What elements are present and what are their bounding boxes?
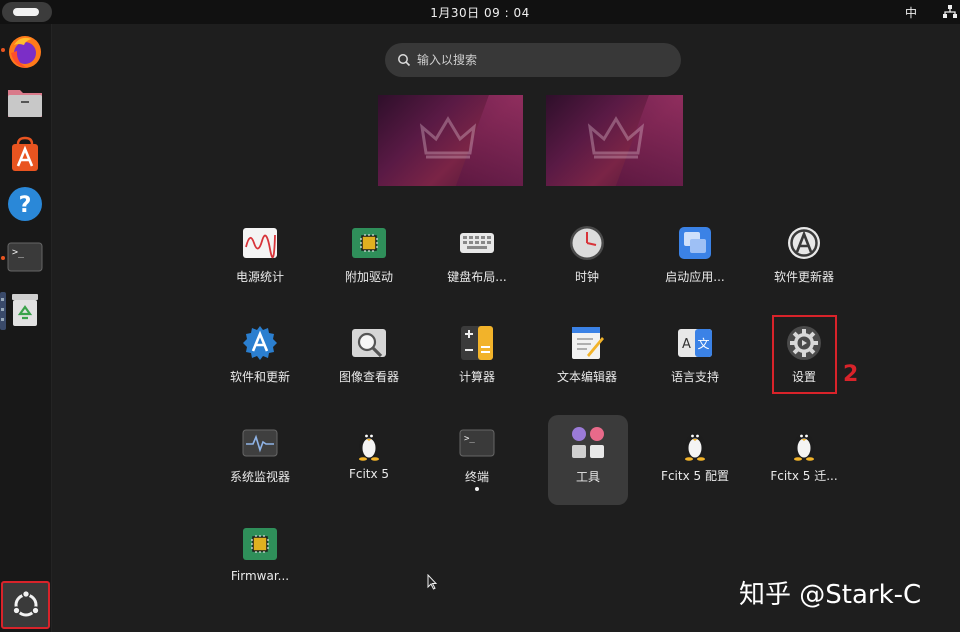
app-additional-drivers[interactable]: 附加驱动 xyxy=(315,215,423,305)
app-label: Fcitx 5 迁... xyxy=(770,469,838,483)
app-label: 计算器 xyxy=(458,370,495,384)
app-overview: 电源统计 附加驱动 键盘布局... 时钟 启动应用... xyxy=(52,24,960,632)
watermark-text: 知乎 @Stark-C xyxy=(739,580,922,610)
language-support-icon: A 文 xyxy=(678,329,712,357)
svg-text:A: A xyxy=(682,337,691,352)
settings-highlight-box xyxy=(772,315,837,394)
app-label: Fcitx 5 xyxy=(348,467,390,481)
app-software-and-updates[interactable]: 软件和更新 xyxy=(206,315,314,405)
chip-icon xyxy=(352,228,386,258)
penguin-icon xyxy=(685,433,705,461)
app-label: Firmwar... xyxy=(230,569,290,583)
crown-wallpaper-icon xyxy=(419,116,477,159)
power-statistics-icon xyxy=(243,228,277,259)
svg-text:文: 文 xyxy=(697,336,709,351)
svg-text:>_: >_ xyxy=(464,434,475,444)
app-center-icon[interactable] xyxy=(6,135,44,173)
tools-folder-icon xyxy=(572,427,604,458)
app-label: 键盘布局... xyxy=(447,270,507,284)
search-bar[interactable] xyxy=(385,43,681,77)
running-indicator xyxy=(1,48,5,52)
input-method-indicator[interactable]: 中 xyxy=(905,4,917,21)
app-folder-tools[interactable]: 工具 xyxy=(548,415,628,505)
app-language-support[interactable]: A 文 语言支持 xyxy=(641,315,749,405)
system-monitor-icon xyxy=(242,429,278,457)
app-image-viewer[interactable]: 图像查看器 xyxy=(315,315,423,405)
app-label: 软件更新器 xyxy=(773,270,834,284)
workspace-thumbnail-1[interactable] xyxy=(378,95,523,186)
trash-icon[interactable] xyxy=(6,290,44,328)
clock-icon xyxy=(570,226,604,260)
crown-wallpaper-icon xyxy=(587,116,645,159)
dock: ? >_ xyxy=(0,24,52,632)
terminal-icon[interactable]: >_ xyxy=(6,238,44,276)
app-label: 附加驱动 xyxy=(344,270,393,284)
app-fcitx5[interactable]: Fcitx 5 xyxy=(315,415,423,505)
help-icon[interactable]: ? xyxy=(6,185,44,223)
app-label: 语言支持 xyxy=(670,370,719,384)
app-system-monitor[interactable]: 系统监视器 xyxy=(206,415,314,505)
svg-text:?: ? xyxy=(19,193,32,218)
app-label: 工具 xyxy=(575,470,600,484)
app-software-updater[interactable]: 软件更新器 xyxy=(750,215,858,305)
app-calculator[interactable]: 计算器 xyxy=(423,315,531,405)
mouse-pointer-icon xyxy=(427,574,437,590)
text-editor-icon xyxy=(572,327,604,359)
app-terminal[interactable]: >_ 终端 xyxy=(423,415,531,505)
startup-applications-icon xyxy=(679,227,711,259)
running-indicator xyxy=(1,256,5,260)
image-viewer-icon xyxy=(352,329,386,358)
running-indicator xyxy=(475,487,479,491)
app-fcitx5-migrator[interactable]: Fcitx 5 迁... xyxy=(750,415,858,505)
show-apps-button[interactable] xyxy=(1,581,50,629)
app-label: 启动应用... xyxy=(665,270,725,284)
svg-text:>_: >_ xyxy=(12,247,25,258)
app-label: 系统监视器 xyxy=(229,470,290,484)
keyboard-icon xyxy=(460,233,494,253)
app-label: Fcitx 5 配置 xyxy=(661,469,729,483)
app-fcitx5-config[interactable]: Fcitx 5 配置 xyxy=(641,415,749,505)
penguin-icon xyxy=(359,433,379,461)
app-label: 终端 xyxy=(464,470,489,484)
app-label: 软件和更新 xyxy=(229,370,290,384)
clock-datetime[interactable]: 1月30日 09 : 04 xyxy=(0,4,960,21)
software-updates-icon xyxy=(243,326,277,360)
network-icon[interactable] xyxy=(943,5,957,19)
app-label: 文本编辑器 xyxy=(556,370,617,384)
calculator-icon xyxy=(461,326,493,360)
app-firmware-updater[interactable]: Firmwar... xyxy=(206,516,314,606)
app-label: 电源统计 xyxy=(235,270,284,284)
software-updater-icon xyxy=(788,227,820,259)
app-keyboard-layout[interactable]: 键盘布局... xyxy=(423,215,531,305)
app-label: 时钟 xyxy=(574,270,599,284)
top-bar: 1月30日 09 : 04 中 xyxy=(0,0,960,24)
firefox-icon[interactable] xyxy=(6,33,44,71)
ubuntu-logo-icon xyxy=(12,589,40,617)
terminal-icon: >_ xyxy=(459,429,495,457)
chip-icon xyxy=(243,528,277,560)
app-label: 图像查看器 xyxy=(338,370,399,384)
app-power-statistics[interactable]: 电源统计 xyxy=(206,215,314,305)
workspace-thumbnail-2[interactable] xyxy=(546,95,683,186)
app-startup-applications[interactable]: 启动应用... xyxy=(641,215,749,305)
app-clock[interactable]: 时钟 xyxy=(533,215,641,305)
files-icon[interactable] xyxy=(6,83,44,121)
app-text-editor[interactable]: 文本编辑器 xyxy=(533,315,641,405)
search-input[interactable] xyxy=(417,43,667,77)
search-icon xyxy=(398,54,411,67)
penguin-icon xyxy=(794,433,814,461)
annotation-number-2: 2 xyxy=(843,362,859,387)
